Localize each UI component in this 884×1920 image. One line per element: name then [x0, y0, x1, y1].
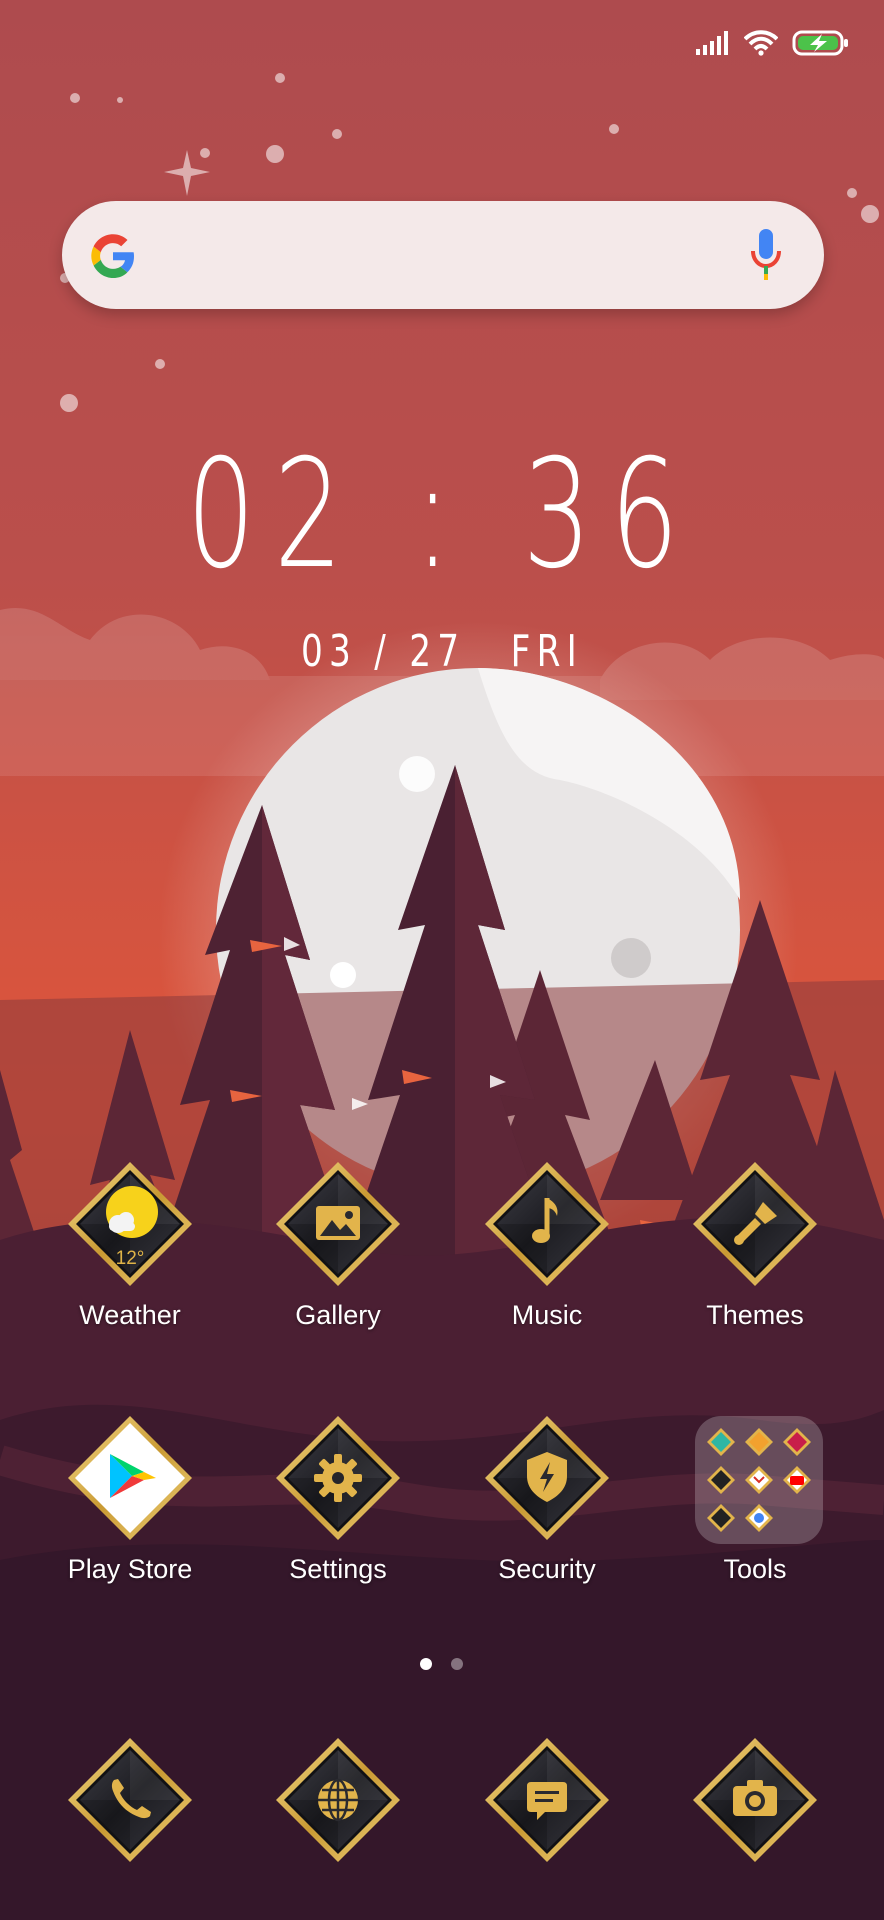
page-dot[interactable] — [451, 1658, 463, 1670]
music-note-icon — [485, 1162, 609, 1286]
clock-date[interactable]: 03 / 27 FRI — [97, 626, 787, 677]
gallery-icon — [276, 1162, 400, 1286]
app-security[interactable]: Security — [443, 1414, 651, 1594]
gear-icon — [276, 1416, 400, 1540]
phone-icon — [68, 1738, 192, 1862]
battery-charging-icon — [792, 30, 848, 56]
google-search-bar[interactable] — [62, 201, 824, 309]
home-screen: 02 : 36 03 / 27 FRI 12° Weather Gallery … — [0, 0, 884, 1920]
shield-bolt-icon — [485, 1416, 609, 1540]
dock-browser[interactable] — [234, 1736, 442, 1876]
play-store-icon — [68, 1416, 192, 1540]
folder-icon — [707, 1428, 811, 1532]
dock-messages[interactable] — [443, 1736, 651, 1876]
globe-icon — [276, 1738, 400, 1862]
app-play-store[interactable]: Play Store — [26, 1414, 234, 1594]
microphone-icon[interactable] — [748, 227, 784, 283]
weather-temperature: 12° — [115, 1248, 145, 1269]
app-label: Tools — [723, 1554, 787, 1584]
app-music[interactable]: Music — [443, 1160, 651, 1340]
cell-signal-icon — [696, 31, 728, 55]
app-label: Themes — [706, 1300, 804, 1330]
app-settings[interactable]: Settings — [234, 1414, 442, 1594]
page-indicator[interactable] — [0, 1658, 884, 1672]
app-gallery[interactable]: Gallery — [234, 1160, 442, 1340]
paintbrush-icon — [693, 1162, 817, 1286]
google-g-icon — [91, 234, 134, 278]
app-themes[interactable]: Themes — [651, 1160, 859, 1340]
app-weather[interactable]: 12° Weather — [26, 1160, 234, 1340]
date-weekday: FRI — [510, 626, 584, 677]
dock-camera[interactable] — [651, 1736, 859, 1876]
dock-phone[interactable] — [26, 1736, 234, 1876]
date-day: 03 / 27 — [300, 626, 466, 677]
camera-icon — [693, 1738, 817, 1862]
message-icon — [485, 1738, 609, 1862]
wifi-icon — [744, 30, 778, 56]
page-dot-active[interactable] — [420, 1658, 432, 1670]
status-bar — [696, 26, 850, 60]
folder-tools[interactable]: Tools — [651, 1414, 859, 1594]
clock-time[interactable]: 02 : 36 — [124, 440, 760, 590]
